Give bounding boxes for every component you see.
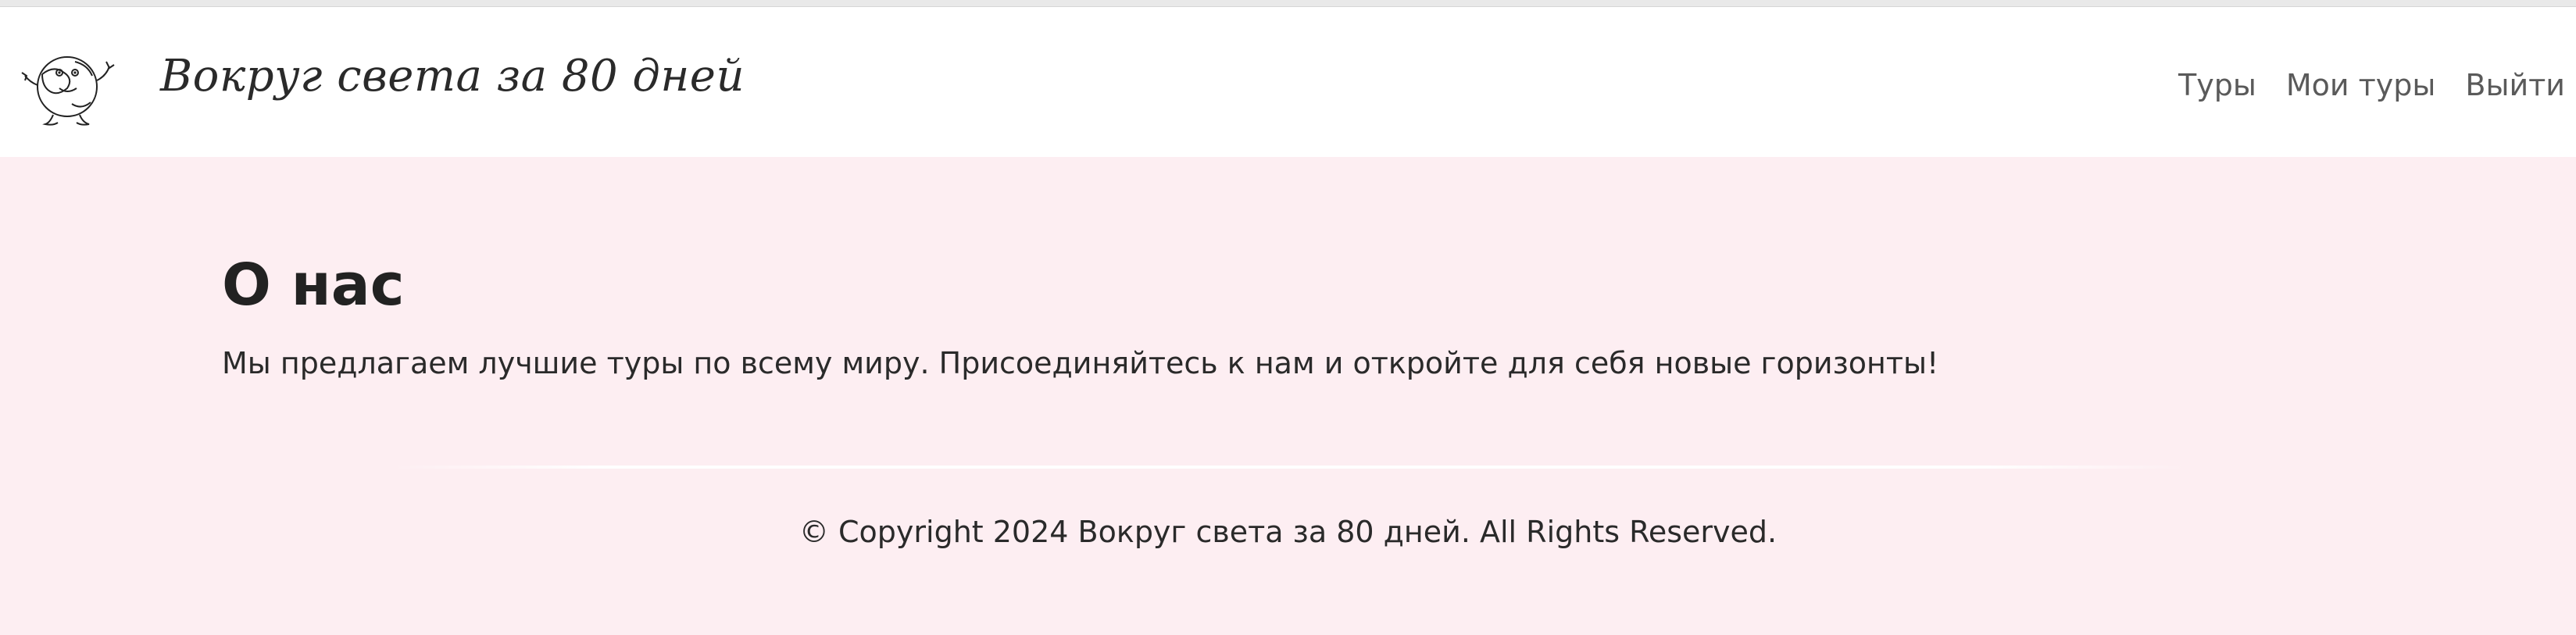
main-nav: Туры Мои туры Выйти bbox=[2178, 68, 2565, 102]
brand-title[interactable]: Вокруг света за 80 дней bbox=[160, 51, 745, 102]
page-title: О нас bbox=[222, 252, 405, 319]
about-description: Мы предлагаем лучшие туры по всему миру.… bbox=[222, 346, 1939, 380]
navbar: Вокруг света за 80 дней Туры Мои туры Вы… bbox=[0, 7, 2576, 157]
footer-divider bbox=[391, 466, 2188, 469]
about-section: О нас Мы предлагаем лучшие туры по всему… bbox=[0, 157, 2576, 635]
copyright-text: © Copyright 2024 Вокруг света за 80 дней… bbox=[799, 515, 1777, 549]
browser-top-edge bbox=[0, 0, 2576, 7]
nav-link-logout[interactable]: Выйти bbox=[2465, 68, 2565, 102]
nav-link-tours[interactable]: Туры bbox=[2178, 68, 2256, 102]
cartoon-globe-icon bbox=[21, 56, 115, 126]
page: Вокруг света за 80 дней Туры Мои туры Вы… bbox=[0, 0, 2576, 635]
nav-link-my-tours[interactable]: Мои туры bbox=[2286, 68, 2436, 102]
